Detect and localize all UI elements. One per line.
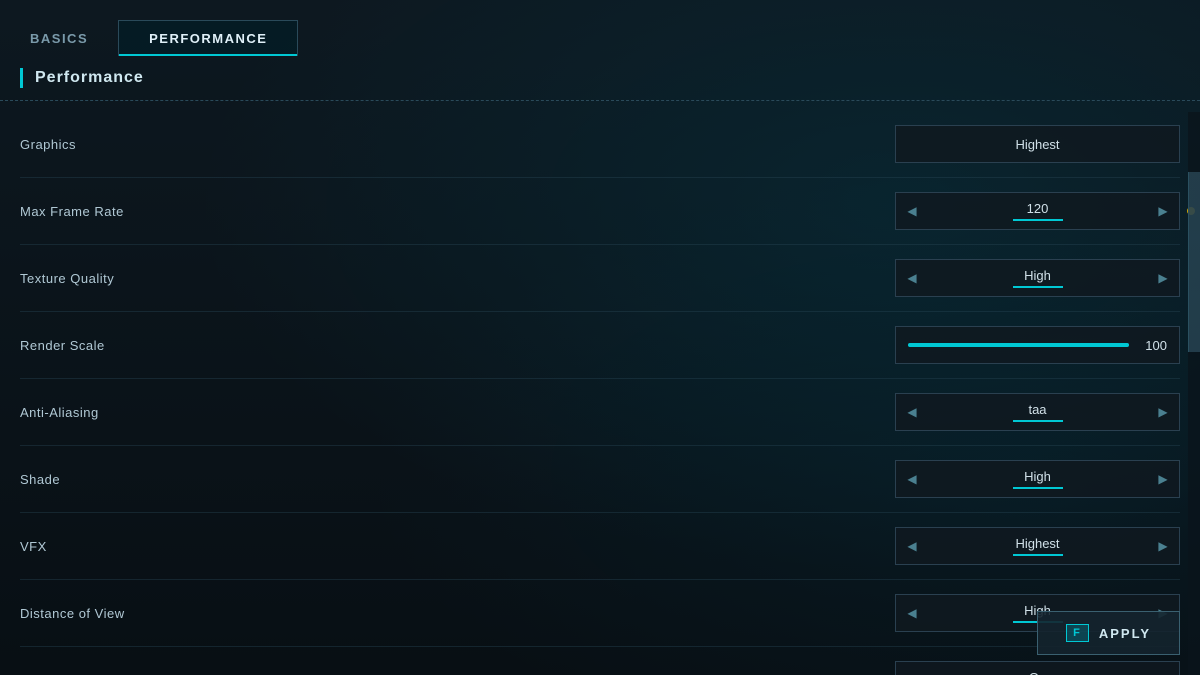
setting-row-distance-of-view: Distance of View◀High▶ (20, 580, 1180, 647)
setting-row-shade: Shade ◀High▶ (20, 446, 1180, 513)
arrow-left-vfx[interactable]: ◀ (896, 528, 928, 564)
setting-label-max-frame-rate: Max Frame Rate (20, 204, 220, 219)
slider-track-render-scale (908, 343, 1129, 347)
selector-value-anti-aliasing: taa (928, 402, 1147, 422)
arrow-right-texture-quality[interactable]: ▶ (1147, 260, 1179, 296)
arrow-right-shade[interactable]: ▶ (1147, 461, 1179, 497)
arrow-right-anti-aliasing[interactable]: ▶ (1147, 394, 1179, 430)
dropdown-graphics[interactable]: Highest (895, 125, 1180, 163)
arrow-right-v-sync[interactable]: ▶ (1147, 662, 1179, 675)
selector-v-sync: ◀On▶ (895, 661, 1180, 675)
setting-control-v-sync: ◀On▶ (895, 661, 1180, 675)
slider-value-render-scale: 100 (1137, 338, 1167, 353)
selector-max-frame-rate: ◀120▶ (895, 192, 1180, 230)
apply-label: APPLY (1099, 626, 1151, 641)
tab-performance[interactable]: PERFORMANCE (118, 20, 298, 56)
apply-key: F (1066, 624, 1089, 642)
dropdown-value-graphics: Highest (1015, 137, 1059, 152)
setting-row-max-frame-rate: Max Frame Rate ◀120▶ (20, 178, 1180, 245)
setting-label-distance-of-view: Distance of View (20, 606, 220, 621)
arrow-left-anti-aliasing[interactable]: ◀ (896, 394, 928, 430)
setting-row-render-scale: Render Scale 100 (20, 312, 1180, 379)
selector-vfx: ◀Highest▶ (895, 527, 1180, 565)
selector-shade: ◀High▶ (895, 460, 1180, 498)
setting-label-vfx: VFX (20, 539, 220, 554)
setting-label-graphics: Graphics (20, 137, 220, 152)
selector-value-shade: High (928, 469, 1147, 489)
setting-row-anti-aliasing: Anti-Aliasing ◀taa▶ (20, 379, 1180, 446)
setting-control-anti-aliasing: ◀taa▶ (895, 393, 1180, 431)
setting-row-graphics: Graphics Highest (20, 111, 1180, 178)
arrow-left-distance-of-view[interactable]: ◀ (896, 595, 928, 631)
arrow-left-max-frame-rate[interactable]: ◀ (896, 193, 928, 229)
arrow-left-shade[interactable]: ◀ (896, 461, 928, 497)
setting-row-v-sync: V-Sync◀On▶ (20, 647, 1180, 675)
setting-control-graphics: Highest (895, 125, 1180, 163)
selector-value-max-frame-rate: 120 (928, 201, 1147, 221)
setting-control-max-frame-rate: ◀120▶ (895, 192, 1180, 230)
setting-label-render-scale: Render Scale (20, 338, 220, 353)
selector-value-vfx: Highest (928, 536, 1147, 556)
setting-control-vfx: ◀Highest▶ (895, 527, 1180, 565)
section-header: Performance (0, 56, 1200, 101)
section-title: Performance (35, 69, 144, 87)
selector-value-texture-quality: High (928, 268, 1147, 288)
setting-label-anti-aliasing: Anti-Aliasing (20, 405, 220, 420)
settings-list: GraphicsHighestMax Frame Rate◀120▶Textur… (0, 111, 1200, 675)
setting-label-shade: Shade (20, 472, 220, 487)
slider-fill-render-scale (908, 343, 1129, 347)
setting-control-shade: ◀High▶ (895, 460, 1180, 498)
arrow-left-texture-quality[interactable]: ◀ (896, 260, 928, 296)
arrow-right-vfx[interactable]: ▶ (1147, 528, 1179, 564)
selector-texture-quality: ◀High▶ (895, 259, 1180, 297)
setting-row-vfx: VFX ◀Highest▶ (20, 513, 1180, 580)
apply-button[interactable]: F APPLY (1037, 611, 1180, 655)
setting-control-render-scale: 100 (895, 326, 1180, 364)
tab-bar: BASICS PERFORMANCE (0, 0, 1200, 56)
tab-basics[interactable]: BASICS (0, 21, 118, 56)
selector-anti-aliasing: ◀taa▶ (895, 393, 1180, 431)
setting-control-texture-quality: ◀High▶ (895, 259, 1180, 297)
setting-row-texture-quality: Texture Quality ◀High▶ (20, 245, 1180, 312)
slider-render-scale[interactable]: 100 (895, 326, 1180, 364)
scroll-thumb[interactable] (1188, 172, 1200, 352)
scrollbar[interactable] (1188, 112, 1200, 675)
arrow-left-v-sync[interactable]: ◀ (896, 662, 928, 675)
selector-value-v-sync: On (928, 670, 1147, 675)
content-area: Performance Graphics Highest Max Frame Rat… (0, 56, 1200, 675)
arrow-right-max-frame-rate[interactable]: ▶ (1147, 193, 1179, 229)
setting-label-texture-quality: Texture Quality (20, 271, 220, 286)
